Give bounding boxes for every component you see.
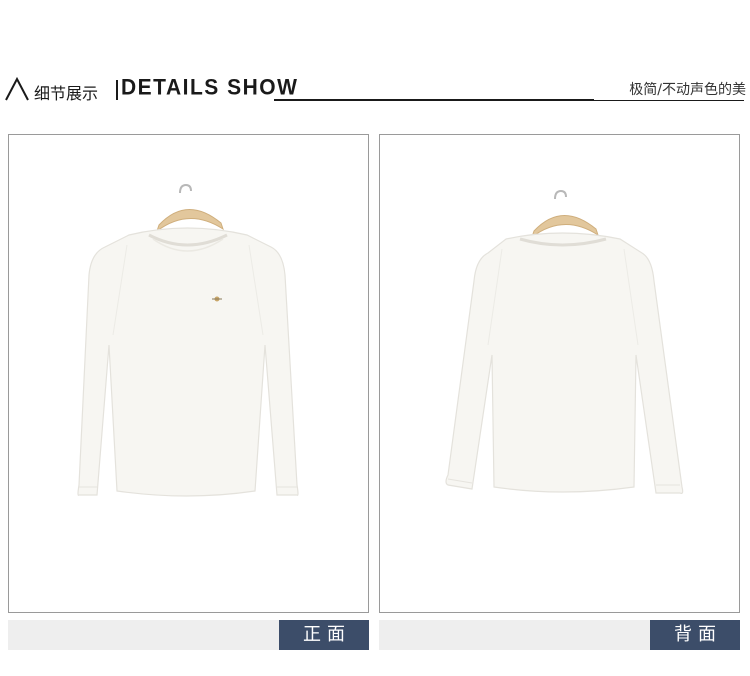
section-header: 细节展示 DETAILS SHOW 极简/不动声色的美	[0, 70, 750, 110]
back-view-panel	[379, 134, 740, 613]
section-title-english: DETAILS SHOW	[121, 75, 299, 100]
title-divider	[116, 80, 118, 100]
front-caption-bar: 正面	[8, 620, 369, 650]
section-tagline: 极简/不动声色的美	[629, 82, 746, 98]
header-rule-bold	[274, 99, 594, 101]
back-caption-label: 背面	[650, 620, 740, 650]
back-garment-image	[445, 189, 684, 494]
front-garment-image	[77, 183, 299, 497]
front-view-panel	[8, 134, 369, 613]
caret-up-icon	[5, 76, 29, 101]
section-title-chinese: 细节展示	[34, 84, 99, 103]
back-caption-bar: 背面	[379, 620, 740, 650]
front-caption-label: 正面	[279, 620, 369, 650]
